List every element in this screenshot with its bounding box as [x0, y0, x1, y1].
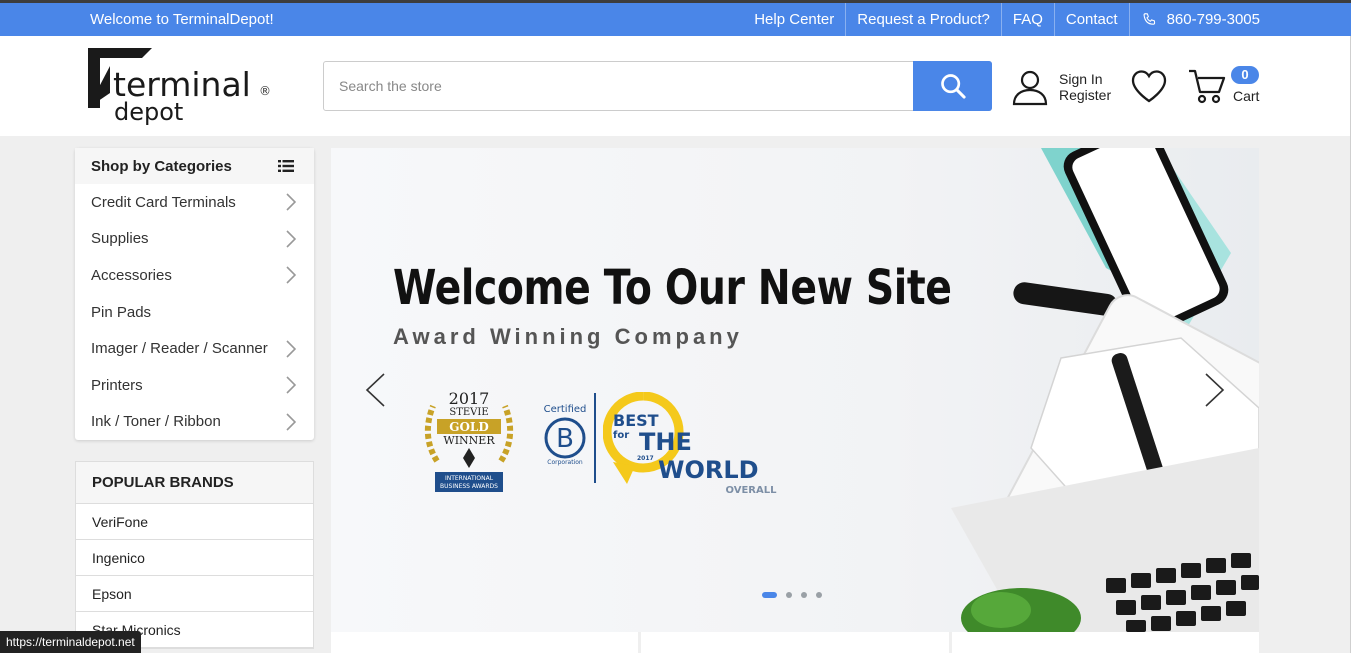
popular-brands-panel: POPULAR BRANDS VeriFone Ingenico Epson S… [75, 461, 314, 649]
feature-card [331, 632, 639, 653]
slider-dot-1[interactable] [762, 592, 777, 598]
logo-mark-icon: terminal ® depot [88, 48, 271, 126]
brand-link-ingenico[interactable]: Ingenico [76, 540, 313, 576]
help-center-link[interactable]: Help Center [743, 3, 847, 36]
search-button[interactable] [913, 61, 992, 111]
category-label: Supplies [91, 230, 149, 248]
header: terminal ® depot Sign In Register 0 Cart [0, 36, 1351, 136]
slider-prev-button[interactable] [364, 372, 386, 413]
cart-count-badge: 0 [1231, 66, 1259, 84]
phone-link[interactable]: 860-799-3005 [1130, 3, 1260, 36]
category-ink-toner-ribbon[interactable]: Ink / Toner / Ribbon [75, 404, 314, 441]
svg-text:INTERNATIONAL: INTERNATIONAL [445, 475, 494, 482]
slider-dots [762, 592, 822, 598]
popular-brands-title: POPULAR BRANDS [76, 462, 313, 504]
heart-icon [1131, 70, 1167, 103]
svg-text:for: for [613, 430, 629, 441]
category-pin-pads[interactable]: Pin Pads [75, 294, 314, 331]
chevron-right-icon [286, 376, 296, 394]
hero-subtitle: Award Winning Company [393, 324, 743, 349]
brand-link-epson[interactable]: Epson [76, 576, 313, 612]
chevron-right-icon [286, 193, 296, 211]
svg-text:GOLD: GOLD [449, 420, 489, 434]
logo-word-depot: depot [114, 98, 183, 126]
cart-label: Cart [1233, 88, 1260, 104]
list-icon [278, 160, 294, 172]
status-url-tooltip: https://terminaldepot.net [0, 631, 141, 653]
phone-number: 860-799-3005 [1166, 11, 1260, 28]
contact-link[interactable]: Contact [1055, 3, 1130, 36]
category-label: Pin Pads [91, 303, 152, 321]
svg-text:OVERALL: OVERALL [726, 485, 778, 496]
svg-text:2017: 2017 [637, 455, 654, 462]
chevron-right-icon [286, 230, 296, 248]
svg-text:WORLD: WORLD [658, 456, 759, 484]
categories-title: Shop by Categories [91, 157, 232, 175]
chevron-left-icon [365, 373, 385, 407]
slider-next-button[interactable] [1204, 372, 1226, 413]
best-for-the-world-logo: BEST for THE 2017 WORLD OVERALL [603, 392, 778, 496]
category-label: Ink / Toner / Ribbon [91, 413, 221, 431]
chevron-right-icon [1205, 373, 1225, 407]
category-printers[interactable]: Printers [75, 367, 314, 404]
categories-panel: Shop by Categories Credit Card Terminals… [75, 148, 314, 441]
slider-dot-3[interactable] [801, 592, 807, 598]
svg-text:WINNER: WINNER [443, 434, 495, 447]
category-label: Accessories [91, 266, 172, 284]
svg-text:BUSINESS AWARDS: BUSINESS AWARDS [440, 483, 498, 490]
site-logo[interactable]: terminal ® depot [88, 48, 278, 126]
account-menu[interactable]: Sign In Register [1011, 68, 1111, 106]
category-imager-reader-scanner[interactable]: Imager / Reader / Scanner [75, 330, 314, 367]
svg-text:Certified: Certified [544, 404, 587, 415]
welcome-text: Welcome to TerminalDepot! [90, 11, 274, 28]
top-links: Help Center Request a Product? FAQ Conta… [743, 3, 1260, 36]
logo-registered: ® [259, 84, 271, 98]
categories-header[interactable]: Shop by Categories [75, 148, 314, 184]
phone-icon [1143, 12, 1155, 25]
feature-card [951, 632, 1259, 653]
slider-dot-4[interactable] [816, 592, 822, 598]
feature-card [641, 632, 949, 653]
slider-dot-2[interactable] [786, 592, 792, 598]
hero-slider[interactable]: Welcome To Our New Site Award Winning Co… [331, 148, 1259, 632]
sign-in-link[interactable]: Sign In [1059, 71, 1111, 87]
cart-button[interactable]: 0 Cart [1187, 66, 1259, 111]
top-bar: Welcome to TerminalDepot! Help Center Re… [0, 3, 1351, 36]
brand-link-verifone[interactable]: VeriFone [76, 504, 313, 540]
feature-cards-row [331, 632, 1259, 653]
faq-link[interactable]: FAQ [1002, 3, 1055, 36]
user-icon [1012, 70, 1048, 106]
chevron-right-icon [286, 413, 296, 431]
search-input[interactable] [324, 62, 913, 110]
wishlist-button[interactable] [1130, 68, 1168, 109]
cart-icon [1189, 69, 1226, 104]
category-label: Credit Card Terminals [91, 193, 236, 211]
category-label: Printers [91, 376, 143, 394]
register-link[interactable]: Register [1059, 87, 1111, 103]
chevron-right-icon [286, 266, 296, 285]
search-box [323, 61, 992, 111]
search-icon [940, 74, 966, 99]
svg-text:THE: THE [639, 428, 692, 456]
svg-text:Corporation: Corporation [547, 459, 583, 466]
category-label: Imager / Reader / Scanner [91, 340, 268, 358]
category-credit-card-terminals[interactable]: Credit Card Terminals [75, 184, 314, 221]
svg-text:STEVIE: STEVIE [449, 407, 488, 418]
category-supplies[interactable]: Supplies [75, 221, 314, 258]
stevie-award-logo: 2017 STEVIE GOLD WINNER INTERNATIONAL BU… [424, 389, 514, 492]
bcorp-logo: Certified B Corporation [544, 393, 596, 483]
category-accessories[interactable]: Accessories [75, 257, 314, 294]
hero-title: Welcome To Our New Site [393, 260, 952, 316]
svg-text:B: B [556, 424, 574, 454]
svg-text:2017: 2017 [449, 389, 490, 408]
chevron-right-icon [286, 340, 296, 358]
request-product-link[interactable]: Request a Product? [846, 3, 1002, 36]
